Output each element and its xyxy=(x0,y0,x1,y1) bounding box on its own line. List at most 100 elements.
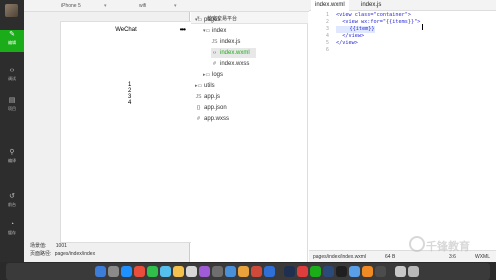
tree-folder-utils[interactable]: ▸▭ utils xyxy=(195,81,215,91)
json-file-icon: {} xyxy=(196,105,201,111)
tree-label: pages xyxy=(204,17,221,23)
folder-open-icon: ▾▭ xyxy=(203,28,211,34)
status-position: 3:6 xyxy=(449,254,456,260)
finder-icon[interactable] xyxy=(95,266,106,277)
tree-file-app-json[interactable]: {} app.json xyxy=(195,103,227,113)
simulator-status: 场景值: 1001 页面路径: pages/index/index xyxy=(30,242,95,258)
tree-label: index.wxss xyxy=(220,61,250,67)
rail-item-debug[interactable]: ‹› 调试 xyxy=(0,66,24,88)
cache-icon: ◔ xyxy=(9,221,15,228)
path-value: pages/index/index xyxy=(54,251,96,257)
network-select[interactable]: wifi xyxy=(139,3,146,9)
folder-open-icon: ▾▭ xyxy=(195,17,203,23)
project-icon: ▤ xyxy=(8,97,16,104)
itunes-icon[interactable] xyxy=(199,266,210,277)
qq-icon[interactable] xyxy=(160,266,171,277)
avatar[interactable] xyxy=(5,4,18,17)
tab-index-js[interactable]: index.js xyxy=(357,0,385,11)
launchpad-icon[interactable] xyxy=(108,266,119,277)
wechat-icon[interactable] xyxy=(147,266,158,277)
list-item: 4 xyxy=(128,100,132,106)
line-number: 1 xyxy=(325,12,329,18)
app-icon[interactable] xyxy=(264,266,275,277)
calendar-icon[interactable] xyxy=(186,266,197,277)
tree-label: index.wxml xyxy=(220,50,250,56)
app-icon[interactable] xyxy=(251,266,262,277)
code-editor: index.wxml index.js 1 <view class="conta… xyxy=(309,0,496,262)
rail-item-project[interactable]: ▤ 项目 xyxy=(0,96,24,118)
pencil-icon: ✎ xyxy=(9,31,15,38)
line-number: 4 xyxy=(325,33,329,39)
tree-label: app.js xyxy=(204,94,221,100)
text-cursor xyxy=(422,24,423,30)
trash-icon[interactable] xyxy=(408,266,419,277)
rail-item-label: 缓存 xyxy=(8,230,16,235)
line-number: 5 xyxy=(325,40,329,46)
tree-file-index-wxss[interactable]: # index.wxss xyxy=(211,59,249,69)
downloads-icon[interactable] xyxy=(395,266,406,277)
tree-file-index-wxml[interactable]: ‹› index.wxml xyxy=(211,48,256,58)
editor-tabs: index.wxml index.js xyxy=(309,0,496,11)
simulator-panel: WeChat ••• 1 2 3 4 场景值: 1001 页面路径: pages… xyxy=(24,12,192,262)
foreground-icon: ↺ xyxy=(9,193,15,200)
chrome-icon[interactable] xyxy=(134,266,145,277)
rail-item-label: 项目 xyxy=(8,106,16,111)
safari-icon[interactable] xyxy=(121,266,132,277)
rail-item-label: 调试 xyxy=(8,76,16,81)
rail-item-edit[interactable]: ✎ 编辑 xyxy=(0,30,24,52)
item-list: 1 2 3 4 xyxy=(128,82,140,106)
status-language: WXML xyxy=(475,254,490,260)
wechat-devtools-icon[interactable] xyxy=(310,266,321,277)
style-file-icon: # xyxy=(197,116,200,122)
code-line: <view wx:for="{{items}}"> xyxy=(336,19,421,25)
rail-item-cache[interactable]: ◔ 缓存 xyxy=(0,220,24,242)
app-icon[interactable] xyxy=(349,266,360,277)
scene-label: 场景值: xyxy=(30,243,47,249)
sketch-icon[interactable] xyxy=(238,266,249,277)
code-line: </view> xyxy=(336,40,358,46)
tree-folder-logs[interactable]: ▸▭ logs xyxy=(203,70,223,80)
terminal-icon[interactable] xyxy=(336,266,347,277)
tree-file-app-js[interactable]: JS app.js xyxy=(195,92,220,102)
photoshop-icon[interactable] xyxy=(323,266,334,277)
app-icon[interactable] xyxy=(375,266,386,277)
rail-item-foreground[interactable]: ↺ 前台 xyxy=(0,192,24,214)
code-line: {{item}} xyxy=(336,26,376,33)
folder-closed-icon: ▸▭ xyxy=(195,83,203,89)
line-number: 6 xyxy=(325,47,329,53)
settings-icon[interactable] xyxy=(212,266,223,277)
mac-dock xyxy=(0,262,496,280)
code-file-icon: ‹› xyxy=(212,50,217,56)
tree-file-index-js[interactable]: JS index.js xyxy=(211,37,241,47)
app-store-icon[interactable] xyxy=(225,266,236,277)
chevron-down-icon[interactable]: ▾ xyxy=(104,3,107,9)
tab-index-wxml[interactable]: index.wxml xyxy=(311,0,349,11)
photoshop-icon[interactable] xyxy=(284,266,295,277)
file-tree-panel: ▾ 萌宠交易平台 ▾▭ pages ▾▭ index JS index.js ‹› in… xyxy=(191,12,308,262)
chevron-down-icon[interactable]: ▾ xyxy=(174,3,177,9)
code-line: </view> xyxy=(336,33,365,39)
compile-icon: ⚲ xyxy=(9,149,15,156)
scene-value: 1001 xyxy=(55,243,67,249)
app-icon[interactable] xyxy=(297,266,308,277)
watermark-logo-icon xyxy=(409,236,425,252)
left-rail: ✎ 编辑 ‹› 调试 ▤ 项目 ⚲ 编译 ↺ 前台 ◔ 缓存 xyxy=(0,0,24,262)
tree-label: app.wxss xyxy=(204,116,230,122)
phone-nav-bar: WeChat ••• xyxy=(61,22,191,44)
status-path: pages/index/index.wxml xyxy=(313,254,367,260)
style-file-icon: # xyxy=(213,61,216,67)
tree-folder-index[interactable]: ▾▭ index xyxy=(203,26,226,36)
more-icon[interactable]: ••• xyxy=(180,25,186,34)
code-area[interactable]: 1 <view class="container"> 2 <view wx:fo… xyxy=(309,11,496,247)
tree-label: logs xyxy=(212,72,224,78)
status-size: 64 B xyxy=(385,254,396,260)
notes-icon[interactable] xyxy=(173,266,184,277)
app-icon[interactable] xyxy=(362,266,373,277)
rail-item-compile[interactable]: ⚲ 编译 xyxy=(0,148,24,170)
tree-label: index xyxy=(212,28,227,34)
tree-label: index.js xyxy=(220,39,241,45)
device-select[interactable]: iPhone 5 xyxy=(61,3,81,9)
tree-folder-pages[interactable]: ▾▭ pages xyxy=(195,15,220,25)
tree-file-app-wxss[interactable]: # app.wxss xyxy=(195,114,229,124)
phone-screen: WeChat ••• 1 2 3 4 xyxy=(60,21,192,243)
